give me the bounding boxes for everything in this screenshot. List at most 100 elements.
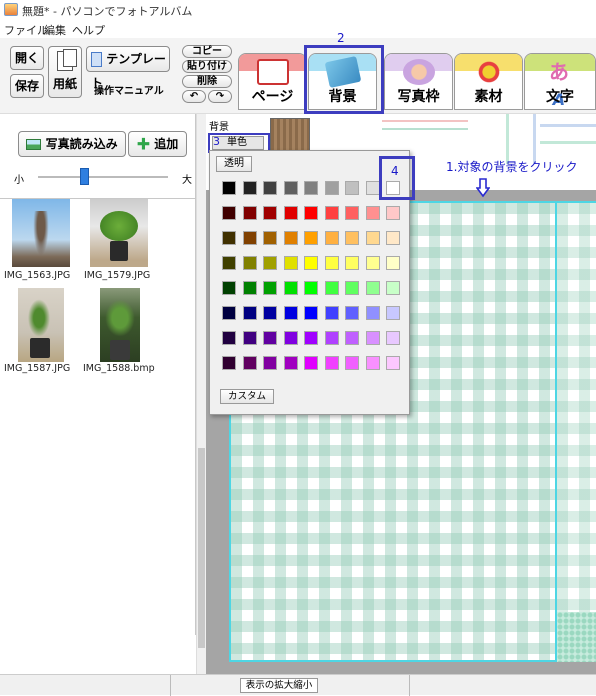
color-swatch[interactable] (324, 306, 339, 320)
color-swatch[interactable] (345, 206, 359, 220)
color-swatch[interactable] (304, 331, 318, 345)
color-swatch[interactable] (345, 356, 359, 370)
copy-button[interactable]: コピー (182, 45, 232, 58)
template-button[interactable]: テンプレート (86, 46, 170, 90)
open-button[interactable]: 開く (10, 46, 44, 70)
photo-thumbnail[interactable] (100, 288, 140, 362)
color-swatch[interactable] (222, 356, 236, 370)
color-swatch[interactable] (242, 306, 257, 320)
color-swatch[interactable] (242, 256, 257, 270)
color-swatch[interactable] (345, 306, 359, 320)
transparent-button[interactable]: 透明 (216, 156, 252, 172)
color-swatch[interactable] (304, 356, 318, 370)
menu-help[interactable]: ヘルプ (72, 22, 105, 38)
color-swatch[interactable] (242, 206, 257, 220)
color-swatch[interactable] (242, 231, 257, 245)
color-swatch[interactable] (365, 181, 380, 195)
redo-icon[interactable]: ↷ (208, 90, 232, 103)
color-swatch[interactable] (263, 281, 277, 295)
photo-thumbnail[interactable] (12, 199, 70, 267)
color-swatch[interactable] (283, 281, 298, 295)
color-swatch[interactable] (365, 281, 380, 295)
color-swatch[interactable] (324, 331, 339, 345)
zoom-button[interactable]: 表示の拡大縮小 (240, 678, 318, 693)
color-swatch[interactable] (222, 306, 236, 320)
color-swatch[interactable] (283, 206, 298, 220)
color-swatch[interactable] (242, 281, 257, 295)
color-swatch[interactable] (304, 206, 318, 220)
color-swatch[interactable] (304, 281, 318, 295)
thumbnail-size-slider-track[interactable] (38, 176, 168, 178)
vertical-scrollbar[interactable] (196, 114, 206, 674)
color-swatch[interactable] (242, 331, 257, 345)
scrollbar-thumb[interactable] (198, 448, 205, 648)
color-swatch[interactable] (365, 256, 380, 270)
color-swatch[interactable] (324, 356, 339, 370)
save-button[interactable]: 保存 (10, 74, 44, 98)
paper-button[interactable]: 用紙 (48, 46, 82, 98)
color-swatch[interactable] (345, 256, 359, 270)
color-swatch[interactable] (386, 281, 400, 295)
color-swatch[interactable] (324, 256, 339, 270)
color-swatch[interactable] (345, 331, 359, 345)
color-swatch[interactable] (283, 256, 298, 270)
custom-color-button[interactable]: カスタム (220, 389, 274, 404)
color-swatch[interactable] (386, 306, 400, 320)
color-swatch[interactable] (324, 206, 339, 220)
tab-page[interactable]: ページ (238, 53, 307, 110)
color-swatch[interactable] (386, 256, 400, 270)
tab-material[interactable]: 素材 (454, 53, 523, 110)
color-swatch[interactable] (283, 356, 298, 370)
color-swatch[interactable] (365, 331, 380, 345)
color-swatch[interactable] (263, 331, 277, 345)
album-page-canvas-right[interactable] (557, 201, 596, 662)
color-swatch[interactable] (304, 256, 318, 270)
photo-thumbnail[interactable] (18, 288, 64, 362)
color-swatch[interactable] (304, 181, 318, 195)
color-swatch[interactable] (324, 281, 339, 295)
color-swatch[interactable] (283, 181, 298, 195)
menu-file[interactable]: ファイル (4, 22, 48, 38)
color-swatch[interactable] (304, 231, 318, 245)
color-swatch[interactable] (263, 356, 277, 370)
color-swatch[interactable] (263, 206, 277, 220)
color-swatch[interactable] (365, 231, 380, 245)
manual-link[interactable]: 操作マニュアル (94, 82, 164, 97)
add-button[interactable]: ✚ 追加 (128, 131, 187, 157)
color-swatch[interactable] (283, 331, 298, 345)
color-swatch[interactable] (263, 306, 277, 320)
color-swatch[interactable] (263, 256, 277, 270)
tab-photo-frame[interactable]: 写真枠 (384, 53, 453, 110)
color-swatch[interactable] (324, 181, 339, 195)
color-swatch[interactable] (345, 181, 359, 195)
color-swatch[interactable] (345, 231, 359, 245)
color-swatch[interactable] (222, 206, 236, 220)
color-swatch[interactable] (345, 281, 359, 295)
color-swatch[interactable] (283, 306, 298, 320)
photo-thumbnail[interactable] (90, 199, 148, 267)
color-swatch[interactable] (222, 256, 236, 270)
color-swatch[interactable] (365, 206, 380, 220)
background-swatch-lines[interactable] (540, 124, 596, 144)
color-swatch[interactable] (242, 181, 257, 195)
tab-text[interactable]: あA 文字 (524, 53, 596, 110)
color-swatch[interactable] (222, 281, 236, 295)
menu-edit[interactable]: 編集 (44, 22, 66, 38)
color-swatch[interactable] (222, 331, 236, 345)
color-swatch[interactable] (386, 231, 400, 245)
color-swatch[interactable] (386, 206, 400, 220)
color-swatch[interactable] (222, 181, 236, 195)
paste-button[interactable]: 貼り付け (182, 60, 232, 73)
undo-icon[interactable]: ↶ (182, 90, 206, 103)
color-swatch[interactable] (222, 231, 236, 245)
background-swatch-frame[interactable] (506, 114, 536, 164)
color-swatch[interactable] (386, 356, 400, 370)
color-swatch[interactable] (365, 306, 380, 320)
color-swatch[interactable] (263, 231, 277, 245)
color-swatch[interactable] (283, 231, 298, 245)
thumbnail-size-slider-handle[interactable] (79, 168, 89, 185)
color-swatch[interactable] (365, 356, 380, 370)
load-photos-button[interactable]: 写真読み込み (18, 131, 126, 157)
color-swatch[interactable] (304, 306, 318, 320)
delete-button[interactable]: 削除 (182, 75, 232, 88)
